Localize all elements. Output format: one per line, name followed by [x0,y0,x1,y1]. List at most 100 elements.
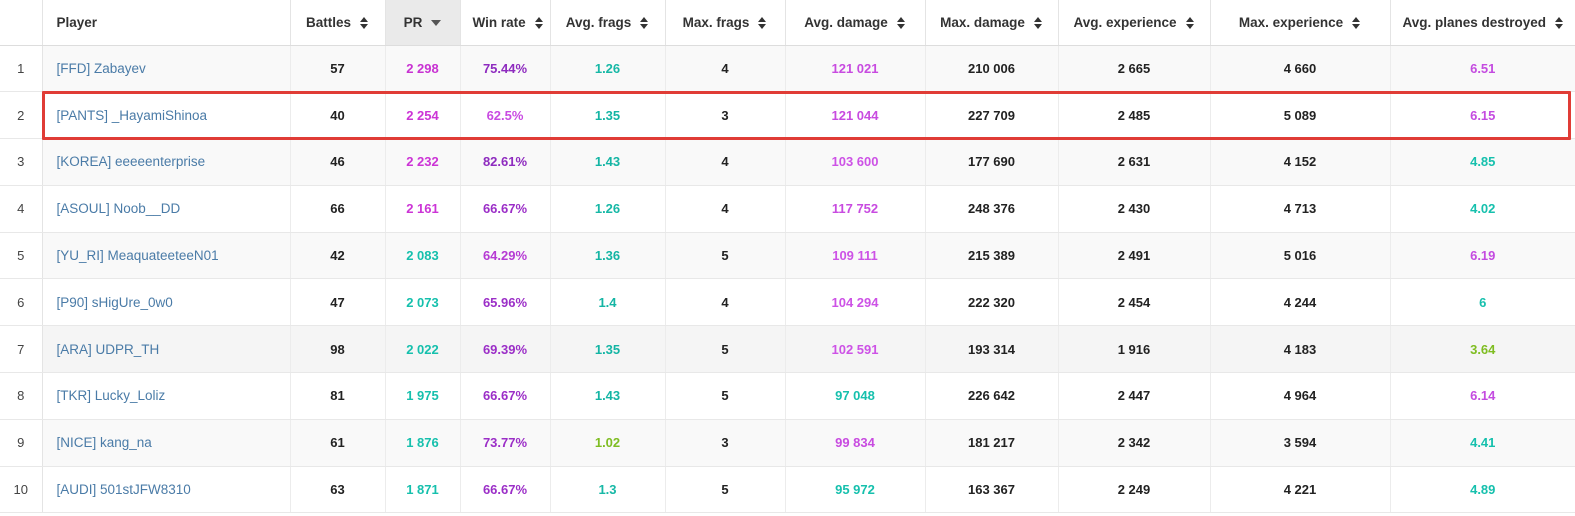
column-header-maxfrag[interactable]: Max. frags [665,0,786,46]
row-rank: 5 [0,232,43,280]
caret-down-icon[interactable] [431,19,442,26]
column-header-player: Player [42,0,291,46]
table-row[interactable]: 4 [ASOUL] Noob__DD 66 2 161 66.67% 1.26 4 117 7… [0,185,1575,233]
cell-winrate: 66.67% [460,372,551,420]
player-cell: [KOREA] eeeeenterprise [42,138,291,186]
cell-winrate: 75.44% [460,45,551,93]
player-link[interactable]: [KOREA] eeeeenterprise [57,154,206,169]
cell-maxfrag: 4 [665,185,786,233]
cell-avgpd: 6 [1390,278,1575,327]
table-row[interactable]: 2 [PANTS] _HayamiShinoa 40 2 254 62.5% 1.35 3 1… [0,91,1575,140]
cell-battles: 98 [290,325,386,374]
player-link[interactable]: [PANTS] _HayamiShinoa [57,108,208,123]
cell-maxdmg: 181 217 [925,419,1059,467]
cell-avgdmg: 121 044 [785,91,926,140]
cell-avgdmg: 109 111 [785,232,926,280]
sort-arrows-icon[interactable] [896,16,906,30]
cell-avgpd: 6.14 [1390,372,1575,420]
cell-maxfrag: 5 [665,372,786,420]
cell-winrate: 64.29% [460,232,551,280]
cell-maxexp: 4 183 [1210,325,1391,374]
cell-avgdmg: 97 048 [785,372,926,420]
player-link[interactable]: [AUDI] 501stJFW8310 [57,482,191,497]
table-row[interactable]: 7 [ARA] UDPR_TH 98 2 022 69.39% 1.35 5 102 591 1… [0,325,1575,374]
sort-arrows-icon[interactable] [1352,16,1361,30]
cell-pr: 2 022 [385,325,461,374]
ratings-page: Player Battles PR Win rate Avg. frags Max. fr… [0,0,1575,516]
table-row[interactable]: 6 [P90] sHigUre_0w0 47 2 073 65.96% 1.4 4 104 2… [0,278,1575,327]
column-header-label: Avg. planes destroyed [1402,14,1547,30]
player-cell: [P90] sHigUre_0w0 [42,278,291,327]
table-row[interactable]: 9 [NICE] kang_na 61 1 876 73.77% 1.02 3 99 834 1… [0,419,1575,467]
sort-arrows-icon[interactable] [1185,16,1195,30]
column-header-label: Max. damage [940,14,1025,30]
column-header-inner: Max. experience [1239,16,1361,30]
cell-maxdmg: 227 709 [925,91,1059,140]
column-header-winrate[interactable]: Win rate [460,0,551,46]
cell-maxdmg: 177 690 [925,138,1059,186]
cell-pr: 2 232 [385,138,461,186]
cell-avgexp: 2 342 [1058,419,1211,467]
sort-arrows-icon[interactable] [1033,16,1043,30]
sort-arrows-icon[interactable] [1555,16,1564,30]
column-header-label: Avg. experience [1073,14,1177,30]
cell-pr: 2 073 [385,278,461,327]
column-header-maxdmg[interactable]: Max. damage [925,0,1059,46]
cell-battles: 47 [290,278,386,327]
column-header-battles[interactable]: Battles [290,0,386,46]
cell-avgfrag: 1.02 [550,419,666,467]
table-row[interactable]: 8 [TKR] Lucky_Loliz 81 1 975 66.67% 1.43 5 97 0… [0,372,1575,420]
player-link[interactable]: [P90] sHigUre_0w0 [57,295,173,310]
player-link[interactable]: [YU_RI] MeaquateeteeN01 [57,248,219,263]
column-header-maxexp[interactable]: Max. experience [1210,0,1391,46]
player-link[interactable]: [ARA] UDPR_TH [57,342,160,357]
cell-avgfrag: 1.26 [550,185,666,233]
row-rank: 1 [0,45,43,93]
cell-winrate: 66.67% [460,185,551,233]
column-header-inner: Avg. planes destroyed [1403,16,1565,30]
cell-pr: 2 083 [385,232,461,280]
cell-winrate: 82.61% [460,138,551,186]
cell-battles: 61 [290,419,386,467]
column-header-avgpd[interactable]: Avg. planes destroyed [1390,0,1575,46]
cell-avgexp: 2 485 [1058,91,1211,140]
column-header-avgfrag[interactable]: Avg. frags [550,0,666,46]
cell-battles: 46 [290,138,386,186]
player-link[interactable]: [FFD] Zabayev [57,61,146,76]
cell-maxexp: 4 964 [1210,372,1391,420]
column-header-inner: Win rate [473,16,544,30]
cell-maxfrag: 5 [665,232,786,280]
column-header-label: Avg. frags [565,14,632,30]
cell-avgfrag: 1.43 [550,372,666,420]
cell-avgexp: 2 430 [1058,185,1211,233]
sort-arrows-icon[interactable] [758,16,767,30]
cell-battles: 40 [290,91,386,140]
cell-maxexp: 5 089 [1210,91,1391,140]
sort-arrows-icon[interactable] [640,16,649,30]
player-link[interactable]: [ASOUL] Noob__DD [57,201,181,216]
table-row[interactable]: 1 [FFD] Zabayev 57 2 298 75.44% 1.26 4 121 021 2… [0,45,1575,93]
row-rank: 10 [0,466,43,514]
sort-arrows-icon[interactable] [360,16,369,30]
player-cell: [NICE] kang_na [42,419,291,467]
player-link[interactable]: [TKR] Lucky_Loliz [57,388,166,403]
column-header-pr[interactable]: PR [385,0,461,46]
cell-maxexp: 4 221 [1210,466,1391,514]
row-rank: 2 [0,91,43,140]
column-header-label: Player [56,14,98,30]
column-header-rank [0,0,43,46]
cell-pr: 2 254 [385,91,461,140]
column-header-avgexp[interactable]: Avg. experience [1058,0,1211,46]
table-row[interactable]: 3 [KOREA] eeeeenterprise 46 2 232 82.61% 1.43… [0,138,1575,186]
column-header-avgdmg[interactable]: Avg. damage [785,0,926,46]
cell-maxfrag: 5 [665,325,786,374]
table-row[interactable]: 10 [AUDI] 501stJFW8310 63 1 871 66.67% 1.3 5 95… [0,466,1575,514]
table-row[interactable]: 5 [YU_RI] MeaquateeteeN01 42 2 083 64.29% 1.3… [0,232,1575,280]
sort-arrows-icon[interactable] [534,16,544,30]
cell-avgfrag: 1.43 [550,138,666,186]
player-link[interactable]: [NICE] kang_na [57,435,152,450]
row-rank: 4 [0,185,43,233]
cell-avgexp: 2 447 [1058,372,1211,420]
player-cell: [ARA] UDPR_TH [42,325,291,374]
cell-avgfrag: 1.4 [550,278,666,327]
